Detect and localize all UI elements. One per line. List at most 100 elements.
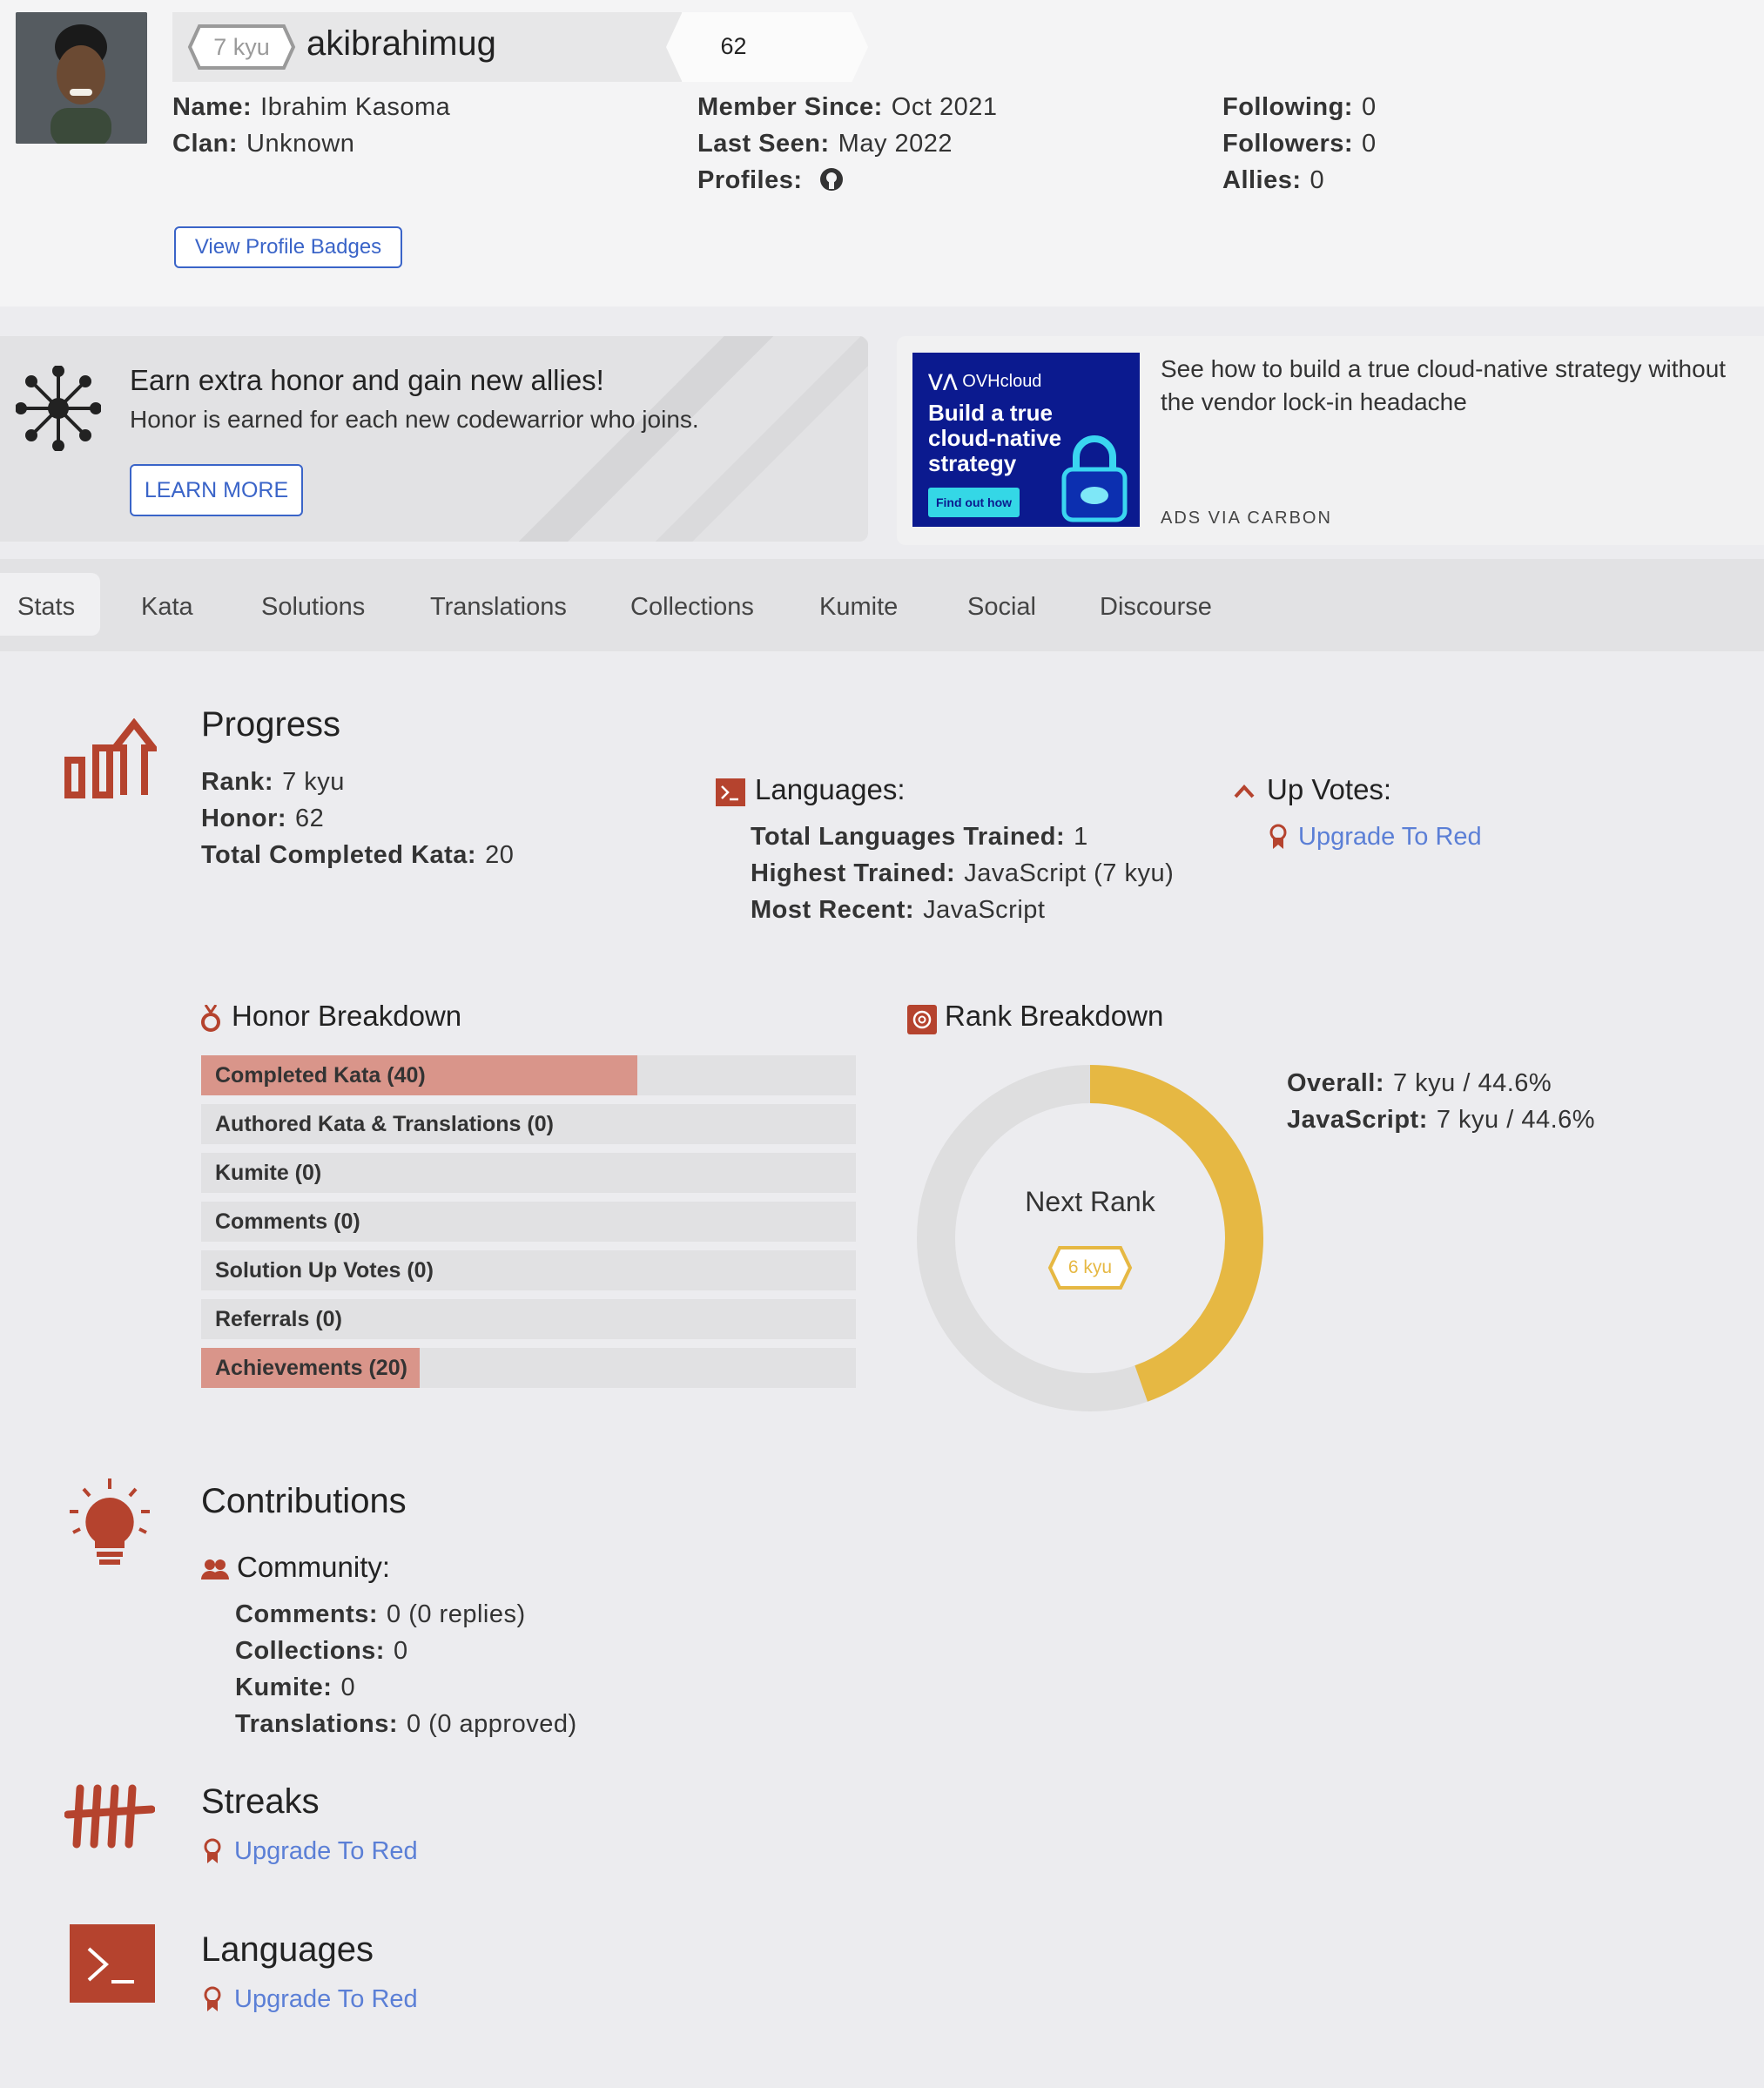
translations-row: Translations: 0 (0 approved) — [235, 1710, 577, 1739]
ad-cta-button[interactable]: Find out how — [928, 488, 1020, 517]
overall-rank-label: Overall: — [1287, 1069, 1384, 1097]
terminal-icon — [716, 778, 745, 806]
tab-translations[interactable]: Translations — [430, 576, 567, 637]
followers-value: 0 — [1362, 130, 1377, 158]
most-recent-label: Most Recent: — [751, 896, 915, 924]
next-rank-badge: 6 kyu — [1067, 1257, 1113, 1277]
tab-kumite[interactable]: Kumite — [819, 576, 898, 637]
kumite-row: Kumite: 0 — [235, 1674, 355, 1702]
followers-label: Followers: — [1222, 130, 1354, 158]
kumite-value: 0 — [340, 1674, 356, 1701]
rank-donut-chart — [917, 1065, 1263, 1411]
languages-section-title: Languages — [201, 1930, 374, 1969]
honor-bar-label: Solution Up Votes (0) — [215, 1258, 434, 1283]
completed-kata-row: Total Completed Kata: 20 — [201, 841, 514, 870]
rank-label: Rank: — [201, 768, 274, 796]
github-icon[interactable] — [818, 166, 845, 192]
learn-more-button[interactable]: LEARN MORE — [130, 464, 303, 516]
last-seen-value: May 2022 — [838, 130, 953, 158]
honor-bar-label: Kumite (0) — [215, 1161, 322, 1185]
honor-bar-label: Completed Kata (40) — [215, 1063, 426, 1088]
progress-title: Progress — [201, 705, 341, 744]
languages-ribbon-icon — [204, 1986, 221, 2011]
overall-rank-value: 7 kyu / 44.6% — [1393, 1069, 1552, 1097]
tab-solutions[interactable]: Solutions — [261, 576, 365, 637]
member-since-row: Member Since: Oct 2021 — [697, 93, 997, 122]
next-rank-label: Next Rank — [1025, 1186, 1155, 1217]
tab-discourse[interactable]: Discourse — [1100, 576, 1212, 637]
comments-value: 0 (0 replies) — [387, 1600, 526, 1628]
username: akibrahimug — [306, 24, 496, 63]
profiles-label: Profiles: — [697, 166, 803, 194]
name-row: Name: Ibrahim Kasoma — [172, 93, 450, 122]
avatar-image — [16, 12, 147, 144]
javascript-rank-label: JavaScript: — [1287, 1106, 1428, 1134]
honor-bar-label: Authored Kata & Translations (0) — [215, 1112, 554, 1136]
honor-row: Honor: 62 — [201, 805, 324, 833]
streaks-upgrade-link[interactable]: Upgrade To Red — [234, 1837, 418, 1866]
overall-rank-row: Overall: 7 kyu / 44.6% — [1287, 1069, 1552, 1098]
following-label: Following: — [1222, 93, 1353, 121]
name-value: Ibrahim Kasoma — [260, 93, 451, 121]
languages-title: Languages: — [755, 773, 906, 805]
ad-text[interactable]: See how to build a true cloud-native str… — [1161, 353, 1735, 419]
allies-value: 0 — [1310, 166, 1325, 194]
community-icon — [201, 1559, 229, 1579]
ad-headline-line-3: strategy — [928, 450, 1017, 476]
tab-kata[interactable]: Kata — [141, 576, 193, 637]
rank-value: 7 kyu — [282, 768, 345, 796]
view-profile-badges-button[interactable]: View Profile Badges — [174, 226, 402, 268]
rank-badge: 7 kyu — [213, 34, 270, 60]
followers-row[interactable]: Followers: 0 — [1222, 130, 1377, 158]
last-seen-label: Last Seen: — [697, 130, 830, 158]
upvotes-upgrade-link[interactable]: Upgrade To Red — [1298, 823, 1482, 852]
rank-breakdown-title: Rank Breakdown — [945, 1000, 1164, 1032]
following-value: 0 — [1361, 93, 1377, 121]
name-label: Name: — [172, 93, 252, 121]
chevron-up-icon — [1234, 785, 1255, 798]
honor-bar-label: Comments (0) — [215, 1209, 360, 1234]
completed-kata-label: Total Completed Kata: — [201, 841, 477, 869]
allies-row[interactable]: Allies: 0 — [1222, 166, 1324, 195]
ad-headline: Build a true cloud-native strategy — [928, 401, 1061, 476]
upvotes-title: Up Votes: — [1267, 773, 1392, 805]
completed-kata-value: 20 — [485, 841, 515, 869]
rank-target-icon — [907, 1005, 937, 1034]
following-row[interactable]: Following: 0 — [1222, 93, 1377, 122]
honor-value: 62 — [720, 33, 747, 59]
collections-row: Collections: 0 — [235, 1637, 408, 1666]
member-since-label: Member Since: — [697, 93, 883, 121]
tab-stats[interactable]: Stats — [17, 576, 75, 637]
honor-bar-label: Achievements (20) — [215, 1356, 407, 1380]
ad-headline-line-2: cloud-native — [928, 425, 1062, 451]
allies-label: Allies: — [1222, 166, 1302, 194]
network-icon — [16, 366, 101, 451]
clan-row: Clan: Unknown — [172, 130, 354, 158]
total-languages-row: Total Languages Trained: 1 — [751, 823, 1088, 852]
honor-stat-value: 62 — [295, 805, 325, 832]
tab-social[interactable]: Social — [967, 576, 1036, 637]
profiles-row: Profiles: — [697, 166, 845, 195]
rank-row: Rank: 7 kyu — [201, 768, 345, 797]
highest-trained-value: JavaScript (7 kyu) — [964, 859, 1175, 887]
streaks-ribbon-icon — [204, 1838, 221, 1863]
ad-image[interactable]: ⋁⋀ OVHcloud Build a true cloud-native st… — [912, 353, 1140, 527]
progress-chart-icon — [64, 718, 157, 798]
avatar[interactable] — [16, 12, 147, 144]
total-languages-value: 1 — [1074, 823, 1088, 851]
honor-label: Honor: — [201, 805, 287, 832]
ad-brand: ⋁⋀ OVHcloud — [928, 370, 1041, 392]
honor-bar-label: Referrals (0) — [215, 1307, 342, 1331]
translations-value: 0 (0 approved) — [407, 1710, 577, 1738]
ad-footer[interactable]: ADS VIA CARBON — [1161, 509, 1332, 529]
tab-collections[interactable]: Collections — [630, 576, 754, 637]
padlock-icon — [1061, 435, 1128, 522]
languages-upgrade-link[interactable]: Upgrade To Red — [234, 1985, 418, 2014]
clan-label: Clan: — [172, 130, 238, 158]
kumite-label: Kumite: — [235, 1674, 333, 1701]
most-recent-row: Most Recent: JavaScript — [751, 896, 1045, 925]
promo-subtitle: Honor is earned for each new codewarrior… — [130, 406, 699, 433]
translations-label: Translations: — [235, 1710, 398, 1738]
most-recent-value: JavaScript — [923, 896, 1046, 924]
ribbon-icon — [1269, 824, 1287, 849]
